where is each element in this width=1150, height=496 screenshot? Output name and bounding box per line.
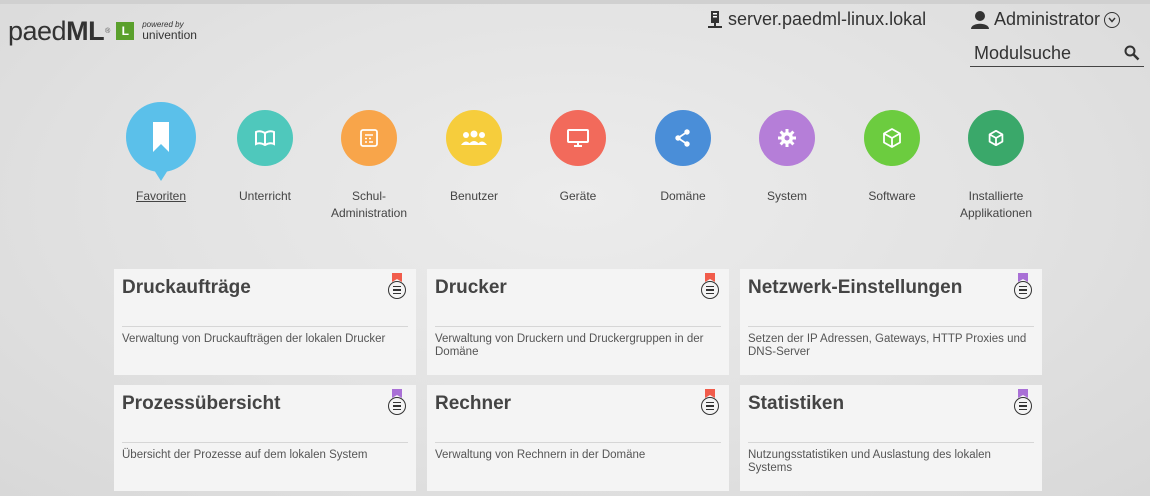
divider (748, 442, 1034, 443)
module-tile-prozessuebersicht[interactable]: Prozessübersicht Übersicht der Prozesse … (114, 385, 416, 491)
divider (435, 326, 721, 327)
category-label: Benutzer (449, 189, 499, 203)
box-icon (988, 130, 1004, 146)
module-tile-druckauftraege[interactable]: Druckaufträge Verwaltung von Druckaufträ… (114, 269, 416, 375)
module-tile-rechner[interactable]: Rechner Verwaltung von Rechnern in der D… (427, 385, 729, 491)
top-border (0, 0, 1150, 4)
module-description: Verwaltung von Rechnern in der Domäne (435, 449, 646, 461)
module-tile-drucker[interactable]: Drucker Verwaltung von Druckern und Druc… (427, 269, 729, 375)
bookmark-flag[interactable] (705, 269, 715, 282)
module-menu-icon[interactable] (388, 281, 406, 299)
share-icon (675, 129, 690, 147)
category-circle (446, 110, 502, 166)
category-label: Domäne (660, 189, 706, 203)
module-title: Prozessübersicht (122, 393, 281, 414)
divider (748, 326, 1034, 327)
module-menu-icon[interactable] (701, 397, 719, 415)
divider (435, 442, 721, 443)
powered-by: powered by univention (142, 21, 197, 42)
category-software[interactable]: Software (832, 110, 952, 205)
module-description: Übersicht der Prozesse auf dem lokalen S… (122, 449, 368, 461)
monitor-icon (567, 129, 589, 147)
user-icon (971, 10, 989, 29)
category-circle (341, 110, 397, 166)
users-icon (461, 130, 487, 145)
bookmark-flag[interactable] (392, 385, 402, 398)
bookmark-flag[interactable] (392, 269, 402, 282)
category-label: Schul- Administration (330, 189, 408, 220)
category-label: Software (868, 189, 916, 203)
bookmark-flag[interactable] (1018, 385, 1028, 398)
category-label: System (766, 189, 807, 203)
module-description: Nutzungsstatistiken und Auslastung des l… (748, 449, 991, 474)
calculator-icon (360, 129, 378, 147)
server-icon (708, 10, 722, 28)
bookmark-icon (153, 122, 169, 152)
bookmark-flag[interactable] (1018, 269, 1028, 282)
search-icon[interactable] (1124, 45, 1140, 61)
category-circle (237, 110, 293, 166)
module-title: Rechner (435, 393, 512, 414)
category-schul-administration[interactable]: Schul- Administration (309, 110, 429, 222)
chevron-down-icon[interactable] (1104, 11, 1121, 28)
category-circle (655, 110, 711, 166)
module-search[interactable] (970, 40, 1144, 67)
category-installierte-applikationen[interactable]: Installierte Applikationen (936, 110, 1056, 222)
category-domaene[interactable]: Domäne (623, 110, 743, 205)
category-circle (126, 102, 196, 181)
logo-wordmark: paedML (8, 15, 105, 46)
module-menu-icon[interactable] (388, 397, 406, 415)
book-icon (255, 130, 275, 146)
divider (122, 326, 408, 327)
module-title: Drucker (435, 277, 507, 298)
module-title: Druckaufträge (122, 277, 251, 298)
module-description: Setzen der IP Adressen, Gateways, HTTP P… (748, 333, 1027, 358)
module-description: Verwaltung von Druckaufträgen der lokale… (122, 333, 386, 345)
category-circle (864, 110, 920, 166)
category-favoriten[interactable]: Favoriten (101, 102, 221, 205)
search-input[interactable] (970, 42, 1114, 64)
module-title: Statistiken (748, 393, 845, 414)
category-circle (759, 110, 815, 166)
category-label: Geräte (559, 189, 597, 203)
user-name: Administrator (994, 9, 1101, 29)
vendor-name: univention (142, 28, 197, 42)
category-unterricht[interactable]: Unterricht (205, 110, 325, 205)
paedml-logo[interactable]: paedML ® L powered by univention (8, 14, 197, 48)
registered-mark: ® (105, 27, 111, 35)
category-circle (968, 110, 1024, 166)
user-menu[interactable]: Administrator (970, 9, 1121, 30)
bookmark-flag[interactable] (705, 385, 715, 398)
logo-badge: L (116, 22, 135, 40)
gear-icon (778, 129, 796, 147)
module-menu-icon[interactable] (701, 281, 719, 299)
module-description: Verwaltung von Druckern und Druckergrupp… (435, 333, 704, 358)
module-title: Netzwerk-Einstellungen (748, 277, 963, 298)
module-menu-icon[interactable] (1014, 397, 1032, 415)
category-benutzer[interactable]: Benutzer (414, 110, 534, 205)
category-circle (550, 110, 606, 166)
category-label: Installierte Applikationen (959, 189, 1033, 220)
category-geraete[interactable]: Geräte (518, 110, 638, 205)
module-tile-statistiken[interactable]: Statistiken Nutzungsstatistiken und Ausl… (740, 385, 1042, 491)
category-system[interactable]: System (727, 110, 847, 205)
cube-icon (883, 128, 901, 148)
server-name: server.paedml-linux.lokal (728, 9, 927, 29)
module-menu-icon[interactable] (1014, 281, 1032, 299)
server-info[interactable]: server.paedml-linux.lokal (708, 9, 926, 30)
divider (122, 442, 408, 443)
category-label: Unterricht (238, 189, 291, 203)
module-tile-netzwerk-einstellungen[interactable]: Netzwerk-Einstellungen Setzen der IP Adr… (740, 269, 1042, 375)
category-label: Favoriten (135, 189, 187, 203)
